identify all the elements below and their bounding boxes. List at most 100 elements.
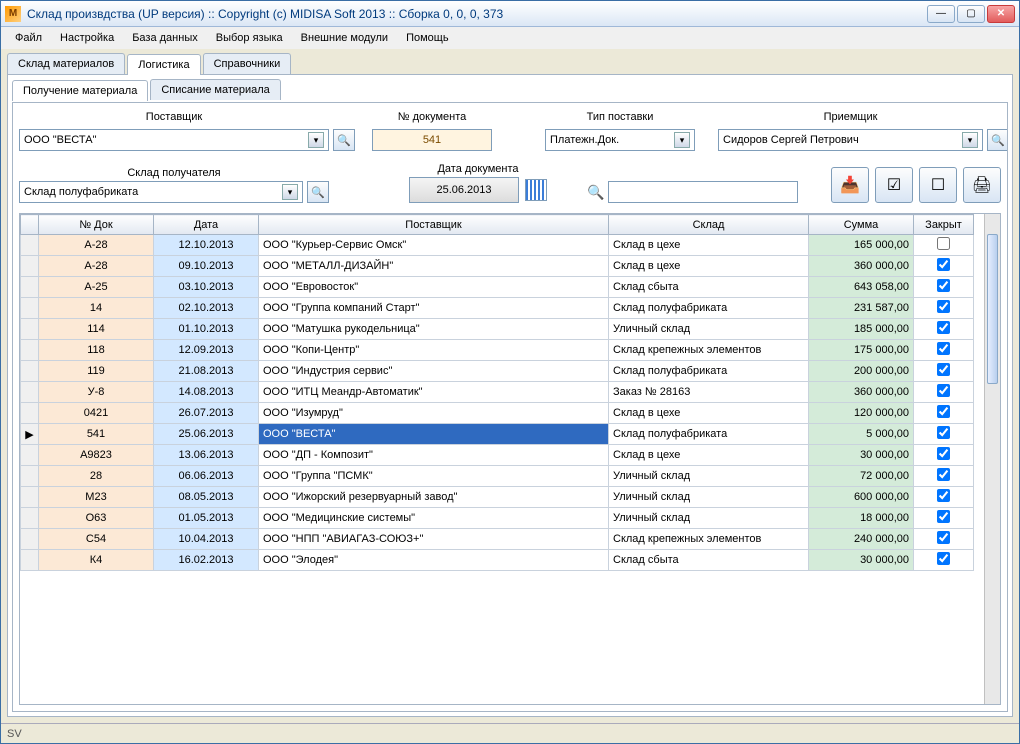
col-date[interactable]: Дата <box>154 215 259 235</box>
closed-checkbox[interactable] <box>937 447 950 460</box>
statusbar: SV <box>1 723 1019 743</box>
table-row[interactable]: А-2503.10.2013ООО "Евровосток"Склад сбыт… <box>21 277 974 298</box>
app-icon: M <box>5 6 21 22</box>
row-indicator <box>21 319 39 340</box>
table-row[interactable]: 11401.10.2013ООО "Матушка рукодельница"У… <box>21 319 974 340</box>
sub-tab-0[interactable]: Получение материала <box>12 80 148 101</box>
closed-checkbox[interactable] <box>937 531 950 544</box>
warehouse-lookup-button[interactable]: 🔍 <box>307 181 329 203</box>
form-row1-labels: Поставщик № документа Тип поставки Прием… <box>19 109 1001 151</box>
col-doc[interactable]: № Док <box>39 215 154 235</box>
closed-checkbox[interactable] <box>937 363 950 376</box>
chevron-down-icon: ▾ <box>962 132 978 148</box>
row-indicator <box>21 508 39 529</box>
close-button[interactable]: ✕ <box>987 5 1015 23</box>
print-button[interactable]: 🖨 <box>963 167 1001 203</box>
closed-checkbox[interactable] <box>937 384 950 397</box>
table-row[interactable]: 1402.10.2013ООО "Группа компаний Старт"С… <box>21 298 974 319</box>
chevron-down-icon: ▾ <box>282 184 298 200</box>
receiver-lookup-button[interactable]: 🔍 <box>987 129 1008 151</box>
menu-item-1[interactable]: Настройка <box>52 29 122 47</box>
table-row[interactable]: У-814.08.2013ООО "ИТЦ Меандр-Автоматик"З… <box>21 382 974 403</box>
row-indicator <box>21 298 39 319</box>
col-sum[interactable]: Сумма <box>809 215 914 235</box>
closed-checkbox[interactable] <box>937 237 950 250</box>
col-supplier[interactable]: Поставщик <box>259 215 609 235</box>
row-indicator <box>21 277 39 298</box>
table-row[interactable]: С5410.04.2013ООО "НПП "АВИАГАЗ-СОЮЗ+"Скл… <box>21 529 974 550</box>
closed-checkbox[interactable] <box>937 300 950 313</box>
row-indicator <box>21 256 39 277</box>
vertical-scrollbar[interactable] <box>984 214 1000 704</box>
minimize-button[interactable]: — <box>927 5 955 23</box>
closed-checkbox[interactable] <box>937 489 950 502</box>
table-row[interactable]: О6301.05.2013ООО "Медицинские системы"Ул… <box>21 508 974 529</box>
select-all-button[interactable]: ☑ <box>875 167 913 203</box>
table-row[interactable]: 11921.08.2013ООО "Индустрия сервис"Склад… <box>21 361 974 382</box>
receiver-label: Приемщик <box>718 109 983 125</box>
warehouse-combo[interactable]: Склад полуфабриката▾ <box>19 181 303 203</box>
calendar-icon[interactable] <box>525 179 547 201</box>
table-row[interactable]: А-2812.10.2013ООО "Курьер-Сервис Омск"Ск… <box>21 235 974 256</box>
chevron-down-icon: ▾ <box>308 132 324 148</box>
main-tab-1[interactable]: Логистика <box>127 54 200 75</box>
receiver-combo[interactable]: Сидоров Сергей Петрович▾ <box>718 129 983 151</box>
delivery-type-combo[interactable]: Платежн.Док.▾ <box>545 129 695 151</box>
col-warehouse[interactable]: Склад <box>609 215 809 235</box>
closed-checkbox[interactable] <box>937 405 950 418</box>
app-window: M Склад произвдства (UP версия) :: Copyr… <box>0 0 1020 744</box>
menu-item-0[interactable]: Файл <box>7 29 50 47</box>
row-indicator <box>21 529 39 550</box>
row-indicator: ▶ <box>21 424 39 445</box>
closed-checkbox[interactable] <box>937 321 950 334</box>
menu-item-4[interactable]: Внешние модули <box>293 29 396 47</box>
table-row[interactable]: 042126.07.2013ООО "Изумруд"Склад в цехе1… <box>21 403 974 424</box>
menu-item-2[interactable]: База данных <box>124 29 206 47</box>
table-row[interactable]: ▶54125.06.2013ООО "ВЕСТА"Склад полуфабри… <box>21 424 974 445</box>
data-grid: № Док Дата Поставщик Склад Сумма Закрыт … <box>19 213 1001 705</box>
main-tab-2[interactable]: Справочники <box>203 53 292 74</box>
table-row[interactable]: М2308.05.2013ООО "Ижорский резервуарный … <box>21 487 974 508</box>
supplier-combo[interactable]: ООО "ВЕСТА"▾ <box>19 129 329 151</box>
form-row2: Склад получателя Склад полуфабриката▾ 🔍 … <box>19 161 1001 203</box>
table-row[interactable]: А982313.06.2013ООО "ДП - Композит"Склад … <box>21 445 974 466</box>
titlebar: M Склад произвдства (UP версия) :: Copyr… <box>1 1 1019 27</box>
maximize-button[interactable]: ▢ <box>957 5 985 23</box>
row-selector-header <box>21 215 39 235</box>
menubar: ФайлНастройкаБаза данныхВыбор языкаВнешн… <box>1 27 1019 49</box>
closed-checkbox[interactable] <box>937 342 950 355</box>
table-row[interactable]: 2806.06.2013ООО "Группа "ПСМК"Уличный ск… <box>21 466 974 487</box>
table-row[interactable]: 11812.09.2013ООО "Копи-Центр"Склад крепе… <box>21 340 974 361</box>
sub-tab-1[interactable]: Списание материала <box>150 79 280 100</box>
warehouse-label: Склад получателя <box>127 165 220 181</box>
delivery-type-label: Тип поставки <box>545 109 695 125</box>
table-row[interactable]: А-2809.10.2013ООО "МЕТАЛЛ-ДИЗАЙН"Склад в… <box>21 256 974 277</box>
tab-body: Получение материалаСписание материала По… <box>7 74 1013 717</box>
docdate-button[interactable]: 25.06.2013 <box>409 177 519 203</box>
closed-checkbox[interactable] <box>937 258 950 271</box>
row-indicator <box>21 403 39 424</box>
deselect-all-button[interactable]: ☐ <box>919 167 957 203</box>
closed-checkbox[interactable] <box>937 426 950 439</box>
main-tabs: Склад материаловЛогистикаСправочники <box>7 53 1013 74</box>
closed-checkbox[interactable] <box>937 552 950 565</box>
search-input[interactable] <box>608 181 798 203</box>
closed-checkbox[interactable] <box>937 279 950 292</box>
closed-checkbox[interactable] <box>937 510 950 523</box>
closed-checkbox[interactable] <box>937 468 950 481</box>
menu-item-5[interactable]: Помощь <box>398 29 457 47</box>
table-row[interactable]: К416.02.2013ООО "Элодея"Склад сбыта30 00… <box>21 550 974 571</box>
supplier-lookup-button[interactable]: 🔍 <box>333 129 355 151</box>
row-indicator <box>21 445 39 466</box>
row-indicator <box>21 340 39 361</box>
row-indicator <box>21 487 39 508</box>
import-button[interactable]: 📥 <box>831 167 869 203</box>
row-indicator <box>21 235 39 256</box>
main-tab-0[interactable]: Склад материалов <box>7 53 125 74</box>
supplier-label: Поставщик <box>19 109 329 125</box>
row-indicator <box>21 382 39 403</box>
menu-item-3[interactable]: Выбор языка <box>208 29 291 47</box>
search-icon[interactable]: 🔍 <box>587 184 604 201</box>
docnum-field[interactable]: 541 <box>372 129 492 151</box>
col-closed[interactable]: Закрыт <box>914 215 974 235</box>
